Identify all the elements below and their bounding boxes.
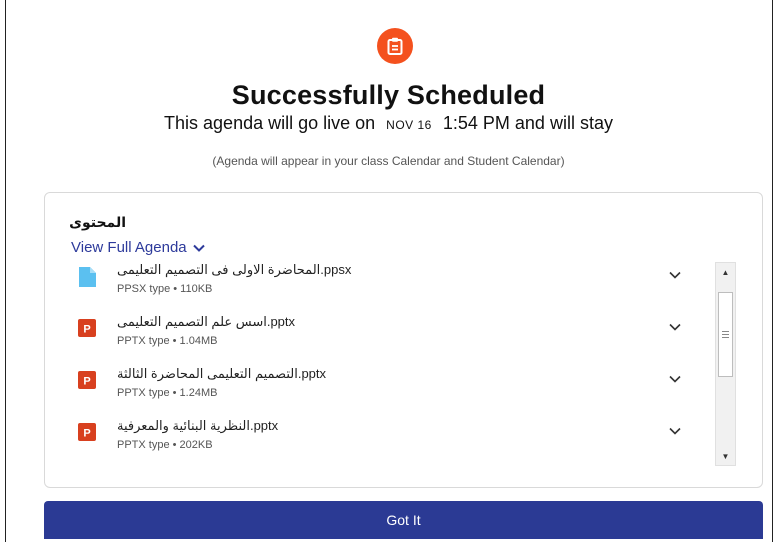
list-scrollbar[interactable]: ▲ ▼ bbox=[715, 262, 736, 466]
ppsx-file-icon bbox=[78, 267, 96, 287]
calendar-note: (Agenda will appear in your class Calend… bbox=[212, 154, 565, 168]
svg-text:P: P bbox=[83, 376, 90, 388]
file-name: اسس علم التصميم التعليمى.pptx bbox=[117, 314, 296, 329]
svg-text:P: P bbox=[83, 324, 90, 336]
file-row[interactable]: P اسس علم التصميم التعليمى.pptx PPTX type … bbox=[70, 310, 710, 362]
clipboard-icon bbox=[377, 28, 413, 64]
powerpoint-file-icon: P bbox=[78, 371, 96, 389]
file-meta: PPSX type • 110KB bbox=[117, 283, 213, 295]
file-row[interactable]: P...pptx bbox=[70, 466, 710, 468]
dialog-title: Successfully Scheduled bbox=[231, 80, 546, 110]
file-name: النظرية البنائية والمعرفية.pptx bbox=[117, 418, 279, 433]
scroll-up-arrow-icon[interactable]: ▲ bbox=[716, 263, 735, 281]
file-meta: PPTX type • 202KB bbox=[117, 439, 213, 451]
view-full-agenda-label: View Full Agenda bbox=[71, 239, 187, 256]
file-meta: PPTX type • 1.24MB bbox=[117, 387, 218, 399]
view-full-agenda-link[interactable]: View Full Agenda bbox=[71, 239, 205, 256]
chevron-down-icon[interactable] bbox=[668, 426, 682, 436]
chevron-down-icon[interactable] bbox=[668, 270, 682, 280]
scroll-down-arrow-icon[interactable]: ▼ bbox=[716, 447, 735, 465]
scroll-thumb[interactable] bbox=[718, 292, 733, 377]
file-meta: PPTX type • 1.04MB bbox=[117, 335, 218, 347]
schedule-time: 1:54 PM and will stay bbox=[442, 113, 613, 133]
svg-text:P: P bbox=[83, 428, 90, 440]
subtitle-prefix: This agenda will go live on bbox=[164, 113, 376, 133]
file-row[interactable]: المحاضرة الاولى فى التصميم التعليمى.ppsx… bbox=[70, 258, 710, 310]
chevron-down-icon bbox=[192, 244, 205, 252]
powerpoint-file-icon: P bbox=[78, 423, 96, 441]
file-row[interactable]: P النظرية البنائية والمعرفية.pptx PPTX typ… bbox=[70, 414, 710, 466]
powerpoint-file-icon: P bbox=[78, 319, 96, 337]
file-row[interactable]: P التصميم التعليمى المحاضرة الثالثة.pptx P… bbox=[70, 362, 710, 414]
got-it-button[interactable]: Got It bbox=[44, 501, 763, 539]
file-name: التصميم التعليمى المحاضرة الثالثة.pptx bbox=[117, 366, 327, 381]
schedule-date: NOV 16 bbox=[386, 118, 432, 132]
schedule-subtitle: This agenda will go live on NOV 16 1:54 … bbox=[0, 113, 777, 134]
chevron-down-icon[interactable] bbox=[668, 374, 682, 384]
section-title: المحتوى bbox=[69, 214, 126, 230]
chevron-down-icon[interactable] bbox=[668, 322, 682, 332]
file-name: المحاضرة الاولى فى التصميم التعليمى.ppsx bbox=[117, 262, 352, 277]
file-list[interactable]: المحاضرة الاولى فى التصميم التعليمى.ppsx… bbox=[70, 258, 710, 468]
